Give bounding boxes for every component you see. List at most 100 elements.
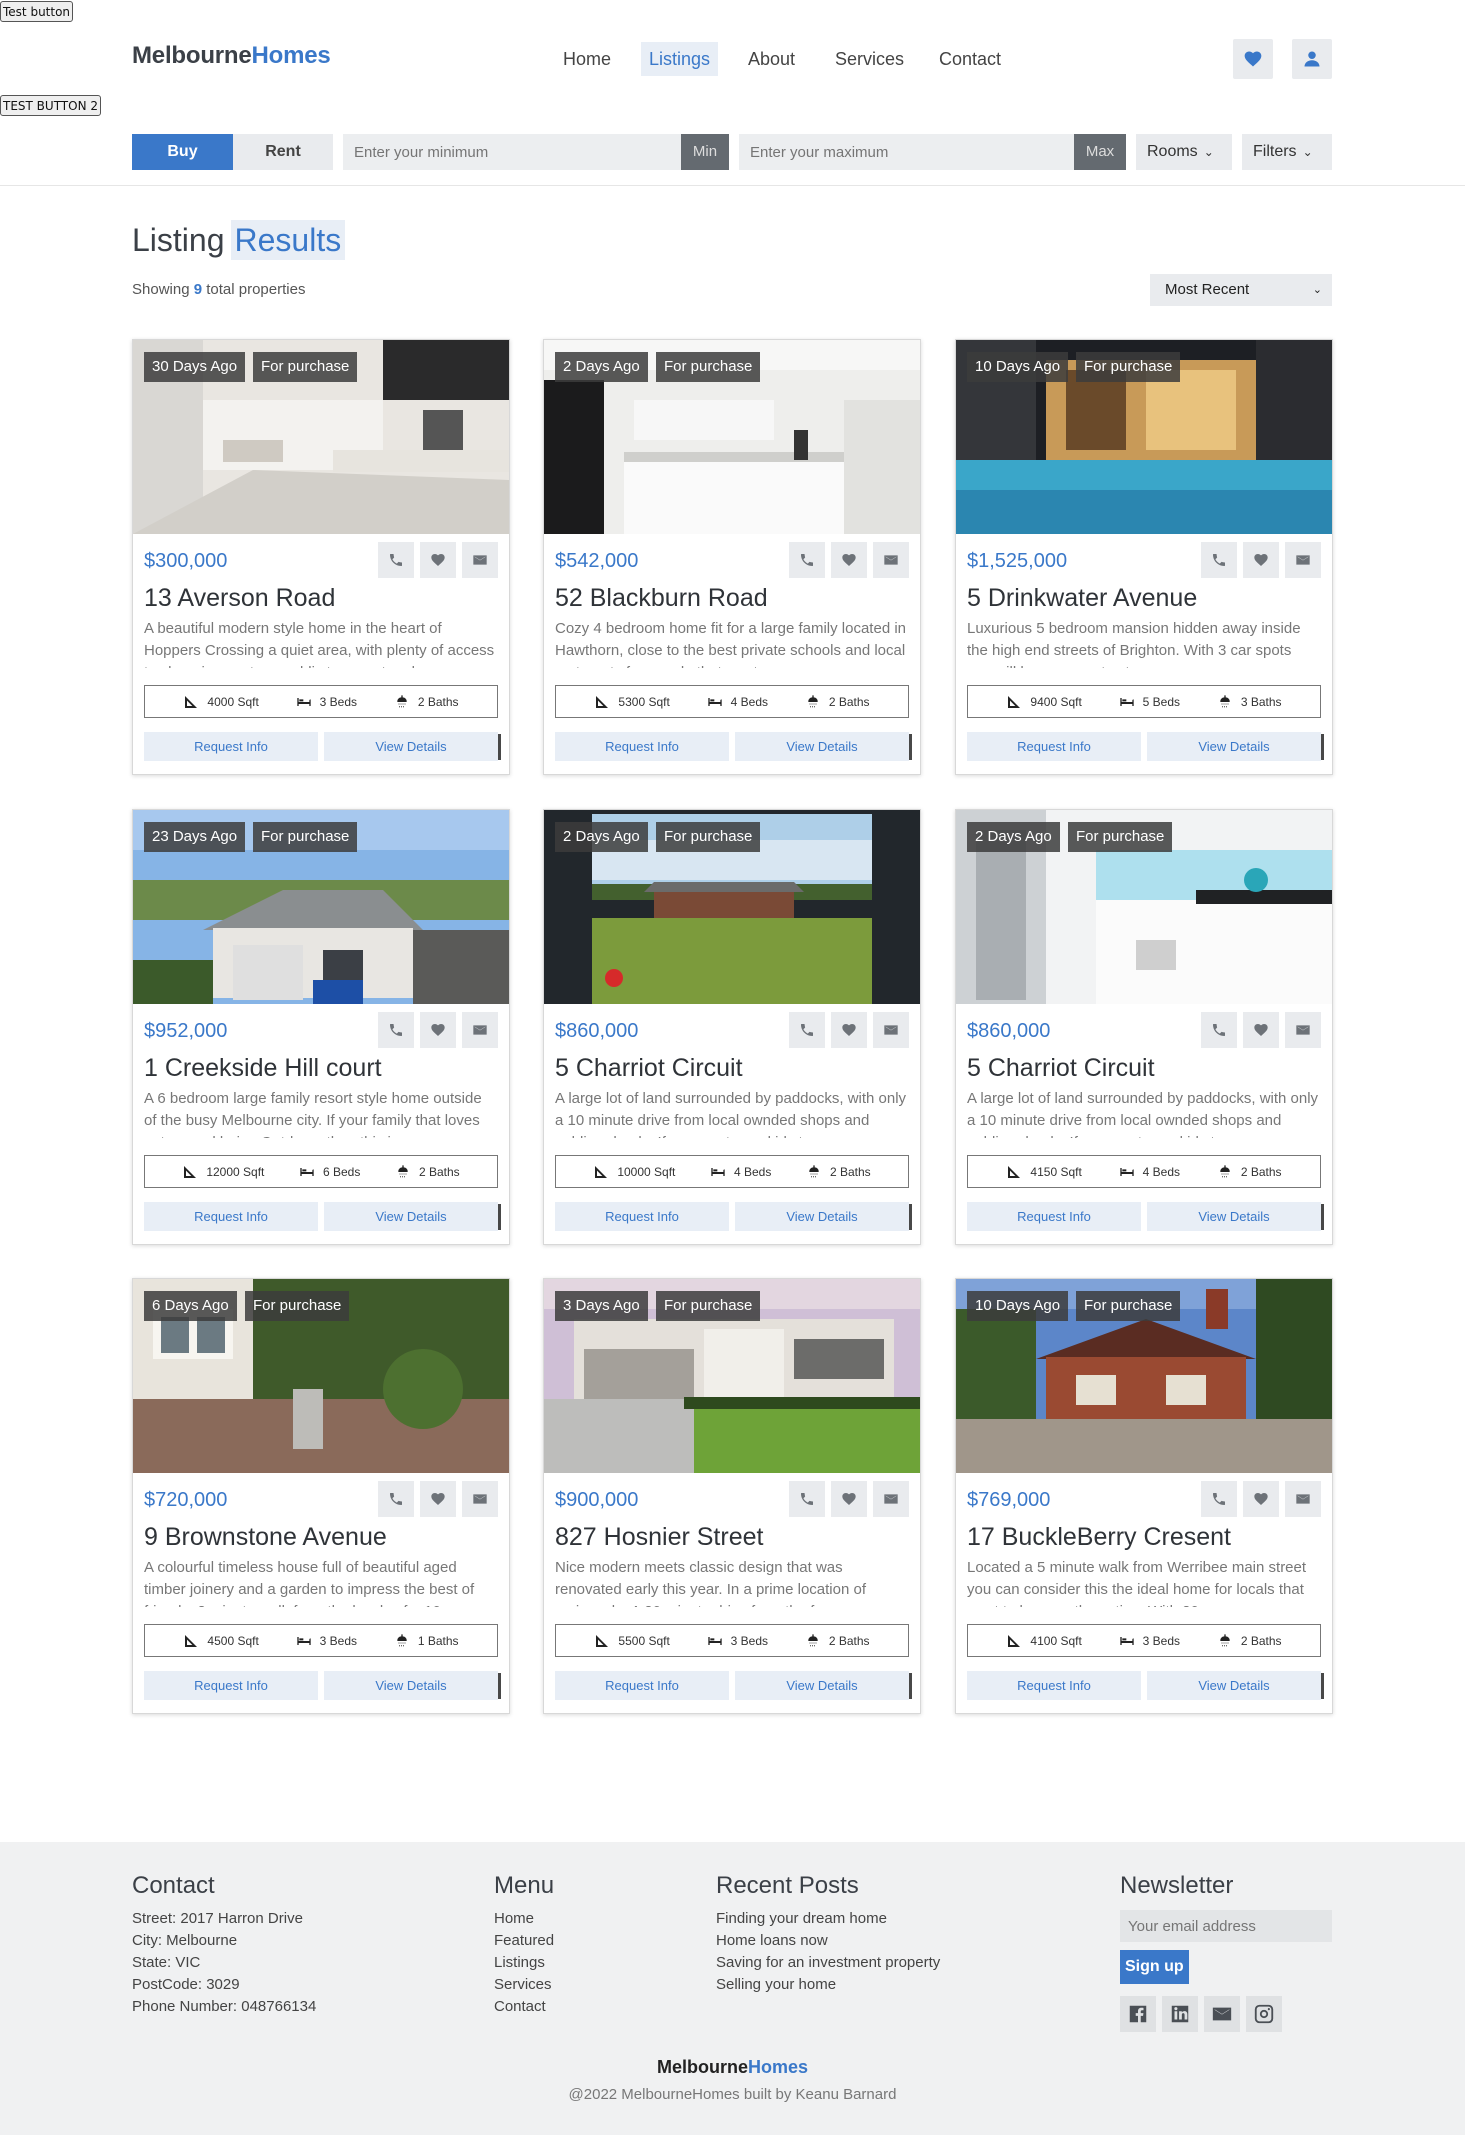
call-button[interactable] xyxy=(789,1481,825,1517)
post-link[interactable]: Selling your home xyxy=(716,1974,940,1996)
favorite-button[interactable] xyxy=(420,1012,456,1048)
call-button[interactable] xyxy=(1201,542,1237,578)
view-details-button[interactable]: View Details xyxy=(735,1671,909,1700)
signup-button[interactable]: Sign up xyxy=(1120,1950,1189,1984)
test-button-2[interactable]: TEST BUTTON 2 xyxy=(0,95,102,116)
account-button[interactable] xyxy=(1292,39,1332,79)
view-details-button[interactable]: View Details xyxy=(1147,1671,1321,1700)
request-info-button[interactable]: Request Info xyxy=(555,732,729,761)
listing-card[interactable]: 30 Days AgoFor purchase7$300,00013 Avers… xyxy=(132,339,510,775)
view-details-button[interactable]: View Details xyxy=(324,732,498,761)
request-info-button[interactable]: Request Info xyxy=(967,1671,1141,1700)
min-price-input[interactable] xyxy=(343,134,681,170)
request-info-button[interactable]: Request Info xyxy=(144,732,318,761)
call-button[interactable] xyxy=(378,542,414,578)
view-details-button[interactable]: View Details xyxy=(1147,1202,1321,1231)
request-info-button[interactable]: Request Info xyxy=(555,1671,729,1700)
test-button[interactable]: Test button xyxy=(0,1,74,22)
listing-title[interactable]: 9 Brownstone Avenue xyxy=(144,1523,387,1552)
email-button[interactable] xyxy=(873,1481,909,1517)
email-link[interactable] xyxy=(1204,1996,1240,2032)
request-info-button[interactable]: Request Info xyxy=(144,1202,318,1231)
rent-toggle[interactable]: Rent xyxy=(233,134,333,170)
listing-card[interactable]: 2 Days AgoFor purchase9$542,00052 Blackb… xyxy=(543,339,921,775)
listing-title[interactable]: 52 Blackburn Road xyxy=(555,584,768,613)
instagram-link[interactable] xyxy=(1246,1996,1282,2032)
email-button[interactable] xyxy=(1285,1481,1321,1517)
listing-title[interactable]: 5 Drinkwater Avenue xyxy=(967,584,1197,613)
email-button[interactable] xyxy=(462,542,498,578)
listing-stats: 9400 Sqft 5 Beds 3 Baths xyxy=(967,685,1321,718)
call-button[interactable] xyxy=(378,1012,414,1048)
email-button[interactable] xyxy=(462,1481,498,1517)
nav-listings[interactable]: Listings xyxy=(641,42,719,76)
newsletter-email-input[interactable] xyxy=(1120,1910,1332,1942)
favorite-button[interactable] xyxy=(1243,1481,1279,1517)
nav-home[interactable]: Home xyxy=(555,42,619,76)
view-details-button[interactable]: View Details xyxy=(735,1202,909,1231)
nav-about[interactable]: About xyxy=(740,42,803,76)
favorite-button[interactable] xyxy=(831,1481,867,1517)
post-link[interactable]: Finding your dream home xyxy=(716,1908,940,1930)
mail-icon xyxy=(884,555,898,565)
favorite-button[interactable] xyxy=(420,1481,456,1517)
listing-title[interactable]: 13 Averson Road xyxy=(144,584,335,613)
email-button[interactable] xyxy=(873,542,909,578)
listing-card[interactable]: 3 Days AgoFor purchase9$900,000827 Hosni… xyxy=(543,1278,921,1714)
listing-card[interactable]: 2 Days AgoFor purchase9$860,0005 Charrio… xyxy=(955,809,1333,1245)
heart-icon xyxy=(842,1024,856,1036)
max-price-input[interactable] xyxy=(739,134,1074,170)
nav-contact[interactable]: Contact xyxy=(931,42,1009,76)
filters-dropdown[interactable]: Filters ⌄ xyxy=(1242,134,1332,170)
buy-toggle[interactable]: Buy xyxy=(132,134,233,170)
facebook-link[interactable] xyxy=(1120,1996,1156,2032)
call-button[interactable] xyxy=(1201,1012,1237,1048)
call-button[interactable] xyxy=(1201,1481,1237,1517)
listing-title[interactable]: 5 Charriot Circuit xyxy=(967,1054,1155,1083)
listing-title[interactable]: 17 BuckleBerry Cresent xyxy=(967,1523,1231,1552)
sort-select[interactable]: Most Recent ⌄ xyxy=(1150,274,1332,306)
rooms-dropdown[interactable]: Rooms ⌄ xyxy=(1136,134,1232,170)
request-info-button[interactable]: Request Info xyxy=(967,1202,1141,1231)
email-button[interactable] xyxy=(1285,1012,1321,1048)
favorites-button[interactable] xyxy=(1233,39,1273,79)
request-info-button[interactable]: Request Info xyxy=(967,732,1141,761)
footer-link-featured[interactable]: Featured xyxy=(494,1930,554,1952)
linkedin-link[interactable] xyxy=(1162,1996,1198,2032)
favorite-button[interactable] xyxy=(1243,1012,1279,1048)
listing-title[interactable]: 827 Hosnier Street xyxy=(555,1523,763,1552)
listing-card[interactable]: 23 Days AgoFor purchase8$952,0001 Creeks… xyxy=(132,809,510,1245)
footer-link-services[interactable]: Services xyxy=(494,1974,554,1996)
post-link[interactable]: Saving for an investment property xyxy=(716,1952,940,1974)
call-button[interactable] xyxy=(378,1481,414,1517)
call-button[interactable] xyxy=(789,1012,825,1048)
footer-link-home[interactable]: Home xyxy=(494,1908,554,1930)
view-details-button[interactable]: View Details xyxy=(1147,732,1321,761)
favorite-button[interactable] xyxy=(420,542,456,578)
listing-actions xyxy=(378,1481,498,1517)
request-info-button[interactable]: Request Info xyxy=(144,1671,318,1700)
call-button[interactable] xyxy=(789,542,825,578)
email-button[interactable] xyxy=(462,1012,498,1048)
footer-link-contact[interactable]: Contact xyxy=(494,1996,554,2018)
email-button[interactable] xyxy=(1285,542,1321,578)
request-info-button[interactable]: Request Info xyxy=(555,1202,729,1231)
view-details-button[interactable]: View Details xyxy=(324,1671,498,1700)
listing-card[interactable]: 10 Days AgoFor purchase8$769,00017 Buckl… xyxy=(955,1278,1333,1714)
view-details-button[interactable]: View Details xyxy=(735,732,909,761)
email-button[interactable] xyxy=(873,1012,909,1048)
footer-link-listings[interactable]: Listings xyxy=(494,1952,554,1974)
view-details-button[interactable]: View Details xyxy=(324,1202,498,1231)
favorite-button[interactable] xyxy=(831,542,867,578)
listing-card[interactable]: 2 Days AgoFor purchase7$860,0005 Charrio… xyxy=(543,809,921,1245)
post-link[interactable]: Home loans now xyxy=(716,1930,940,1952)
baths-value: 2 Baths xyxy=(1240,1633,1282,1648)
favorite-button[interactable] xyxy=(831,1012,867,1048)
nav-services[interactable]: Services xyxy=(827,42,912,76)
favorite-button[interactable] xyxy=(1243,542,1279,578)
listing-title[interactable]: 5 Charriot Circuit xyxy=(555,1054,743,1083)
listing-price: $1,525,000 xyxy=(967,550,1068,572)
listing-title[interactable]: 1 Creekside Hill court xyxy=(144,1054,382,1083)
listing-card[interactable]: 10 Days AgoFor purchase10$1,525,0005 Dri… xyxy=(955,339,1333,775)
listing-card[interactable]: 6 Days AgoFor purchase8$720,0009 Brownst… xyxy=(132,1278,510,1714)
